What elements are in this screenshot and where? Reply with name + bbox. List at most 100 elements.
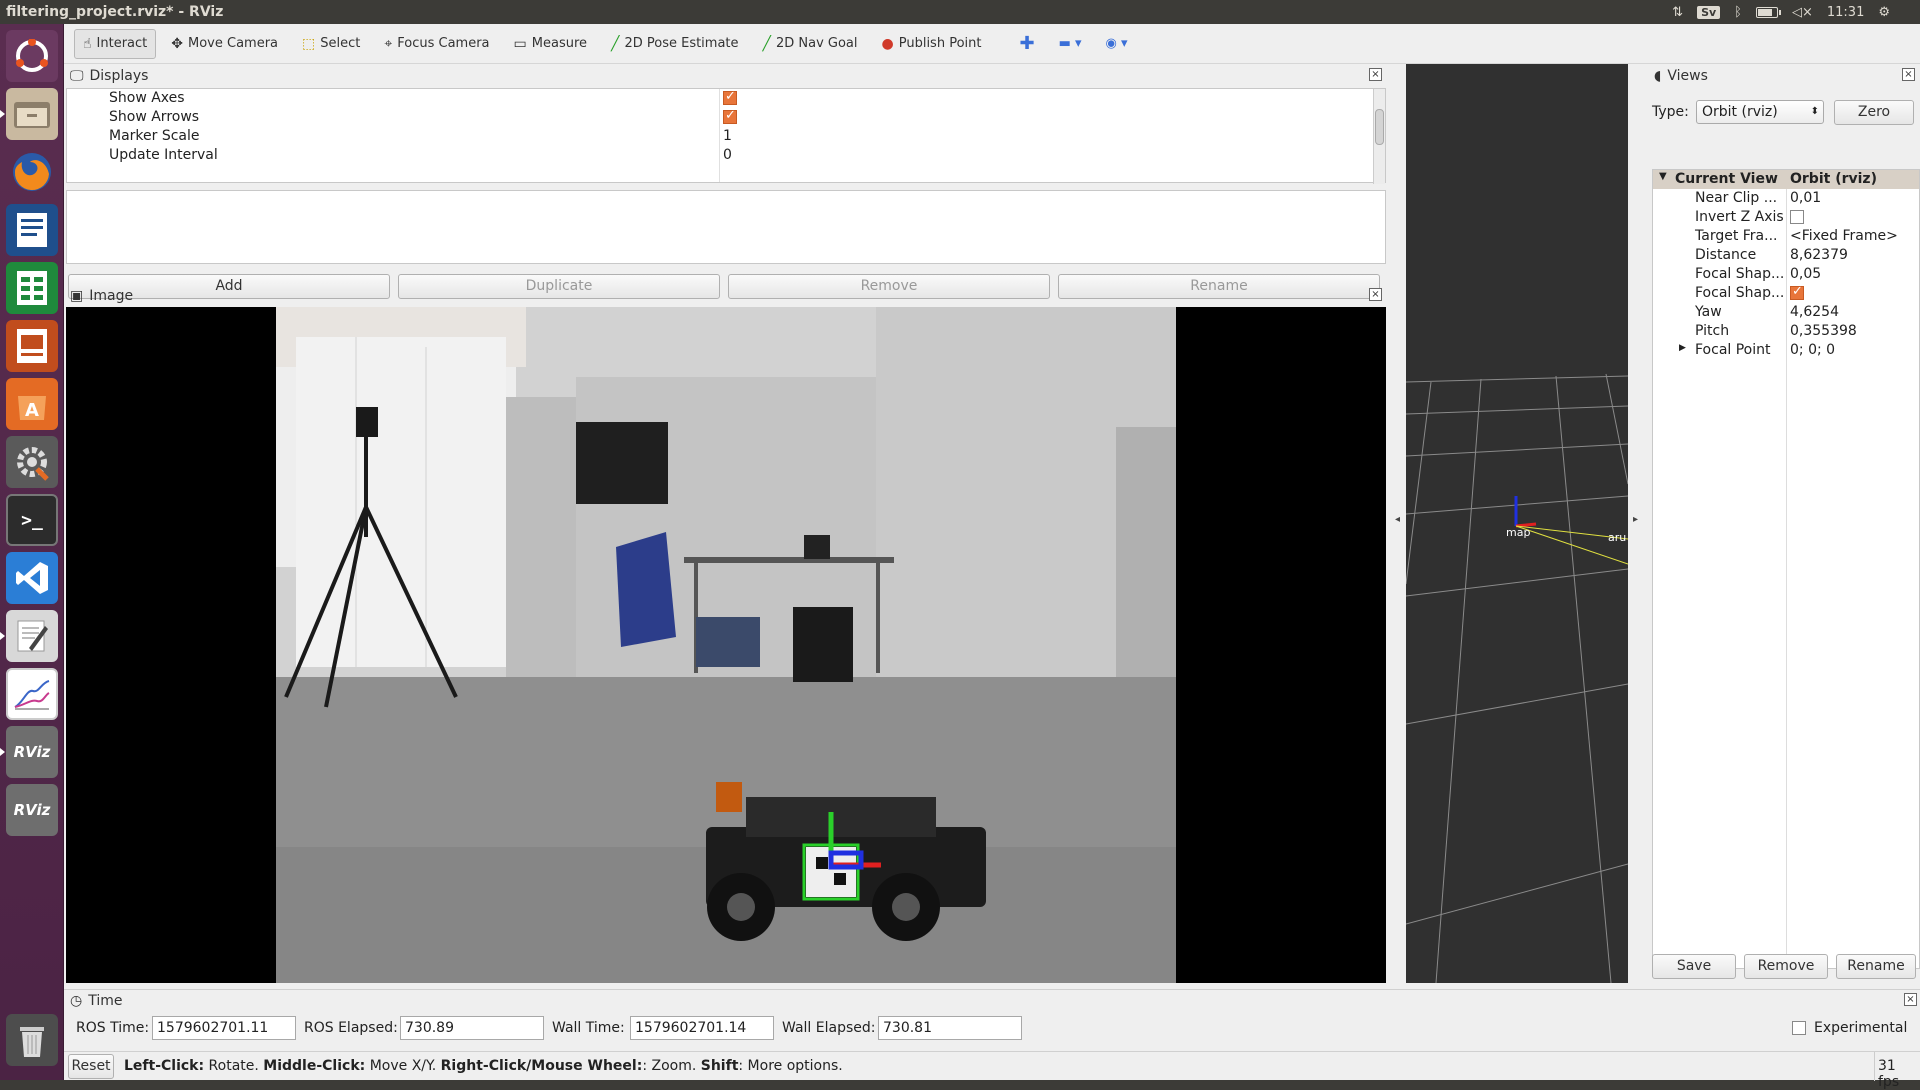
interact-tool[interactable]: ☝ Interact [74,28,157,59]
focal-shape-checkbox[interactable] [1790,284,1804,300]
row-value[interactable]: 0,01 [1790,190,1821,206]
clock[interactable]: 11:31 [1827,5,1864,20]
files-icon[interactable] [0,88,58,140]
save-view-button[interactable]: Save [1652,954,1736,979]
aruco-frame-label: aru [1608,531,1626,544]
views-panel-header: ◖ Views [1648,66,1920,86]
nav-goal-tool[interactable]: ╱ 2D Nav Goal [754,29,867,59]
plot-icon[interactable] [6,668,58,720]
text-editor-icon[interactable] [0,610,58,662]
views-panel: ◖ Views × Type: Orbit (rviz) ⬍ Zero ▼ Cu… [1648,64,1920,983]
experimental-checkbox[interactable] [1792,1021,1806,1035]
current-view-row[interactable]: ▼ Current View Orbit (rviz) [1653,170,1919,189]
image-icon: ▣ [70,288,84,304]
writer-icon[interactable] [6,204,58,256]
network-icon[interactable]: ⇅ [1672,5,1683,20]
camera-type-button[interactable]: ◉ ▾ [1097,29,1137,59]
terminal-icon[interactable]: >_ [6,494,58,546]
view-type-select[interactable]: Orbit (rviz) ⬍ [1696,100,1824,124]
pose-estimate-tool[interactable]: ╱ 2D Pose Estimate [602,29,748,59]
expand-arrow-icon[interactable]: ▼ [1659,171,1667,182]
updown-icon: ⬍ [1810,106,1819,117]
wall-time-label: Wall Time: [552,1020,625,1036]
wall-elapsed-field[interactable]: 730.81 [878,1016,1022,1040]
collapse-left-icon[interactable]: ◂ [1395,514,1400,525]
trash-icon[interactable] [6,1014,58,1066]
calc-icon[interactable] [6,262,58,314]
row-value[interactable]: 0,355398 [1790,323,1857,339]
remove-tool-button[interactable]: ▬ ▾ [1050,29,1091,59]
collapse-right-icon[interactable]: ▸ [1633,514,1638,525]
launcher: A >_ RViz RViz [0,24,64,1080]
row-value[interactable]: 1 [723,128,732,144]
eye-icon: ◉ ▾ [1105,36,1128,51]
row-key: Near Clip ... [1695,190,1778,206]
view-row-target-frame[interactable]: Target Fra... <Fixed Frame> [1653,227,1919,246]
ubuntu-dash-icon[interactable] [6,30,58,82]
view-row-near-clip[interactable]: Near Clip ... 0,01 [1653,189,1919,208]
battery-icon[interactable] [1755,6,1781,18]
select-icon: ⬚ [302,35,316,52]
displays-title: Displays [89,68,149,84]
top-panel: filtering_project.rviz* - RViz ⇅ Sv ᛒ ◁×… [0,0,1920,24]
view-row-distance[interactable]: Distance 8,62379 [1653,246,1919,265]
image-view[interactable] [66,307,1386,983]
displays-close-icon[interactable]: × [1369,68,1382,81]
expand-arrow-icon[interactable]: ▶ [1679,343,1686,353]
view-row-invert-z[interactable]: Invert Z Axis [1653,208,1919,227]
ros-elapsed-field[interactable]: 730.89 [400,1016,544,1040]
keyboard-layout-indicator[interactable]: Sv [1697,5,1721,19]
zero-button[interactable]: Zero [1834,100,1914,125]
time-close-icon[interactable]: × [1904,993,1917,1006]
view-row-focal-shape-size[interactable]: Focal Shap... 0,05 [1653,265,1919,284]
remove-view-button[interactable]: Remove [1744,954,1828,979]
displays-scrollbar[interactable] [1373,89,1385,184]
hint-shift-text: : More options. [738,1058,843,1074]
row-value[interactable]: 0 [723,147,732,163]
power-icon[interactable]: ⚙ [1878,5,1890,20]
row-value[interactable]: 4,6254 [1790,304,1839,320]
system-tray: ⇅ Sv ᛒ ◁× 11:31 ⚙ [1672,0,1890,24]
show-arrows-checkbox[interactable] [723,108,737,124]
image-close-icon[interactable]: × [1369,288,1382,301]
add-tool-button[interactable]: ✚ [1010,29,1043,59]
impress-icon[interactable] [6,320,58,372]
view-row-pitch[interactable]: Pitch 0,355398 [1653,322,1919,341]
measure-tool[interactable]: ▭ Measure [505,29,596,59]
volume-icon[interactable]: ◁× [1792,5,1813,20]
rviz-icon-2[interactable]: RViz [6,784,58,836]
row-value[interactable]: 8,62379 [1790,247,1848,263]
rename-view-button[interactable]: Rename [1836,954,1916,979]
ros-time-field[interactable]: 1579602701.11 [152,1016,296,1040]
tool-label: Focus Camera [397,36,490,51]
focus-camera-tool[interactable]: ⌖ Focus Camera [375,29,498,59]
reset-button[interactable]: Reset [68,1054,114,1079]
view-row-yaw[interactable]: Yaw 4,6254 [1653,303,1919,322]
view-row-focal-shape-fixed[interactable]: Focal Shap... [1653,284,1919,303]
row-key: Invert Z Axis [1695,209,1784,225]
firefox-icon[interactable] [6,146,58,198]
bluetooth-icon[interactable]: ᛒ [1734,5,1742,20]
row-value[interactable]: 0,05 [1790,266,1821,282]
row-key: Current View [1675,171,1778,187]
render-3d-view[interactable]: map aru [1406,64,1628,983]
show-axes-checkbox[interactable] [723,89,737,105]
row-value[interactable]: 0; 0; 0 [1790,342,1835,358]
software-center-icon[interactable]: A [6,378,58,430]
svg-text:A: A [25,400,39,421]
scrollbar-thumb[interactable] [1375,109,1384,145]
wall-time-field[interactable]: 1579602701.14 [630,1016,774,1040]
nav-goal-icon: ╱ [762,35,771,52]
hint-left-key: Left-Click: [124,1058,205,1074]
invert-z-checkbox[interactable] [1790,210,1804,224]
views-close-icon[interactable]: × [1902,68,1915,81]
move-camera-tool[interactable]: ✥ Move Camera [162,29,287,59]
displays-tree: Show Axes Show Arrows Marker Scale 1 Upd… [66,88,1386,184]
view-row-focal-point[interactable]: ▶ Focal Point 0; 0; 0 [1653,341,1919,360]
vscode-icon[interactable] [6,552,58,604]
publish-point-tool[interactable]: ● Publish Point [873,29,991,59]
rviz-icon[interactable]: RViz [0,726,58,778]
settings-icon[interactable] [6,436,58,488]
select-tool[interactable]: ⬚ Select [293,29,369,59]
row-value[interactable]: <Fixed Frame> [1790,228,1898,244]
